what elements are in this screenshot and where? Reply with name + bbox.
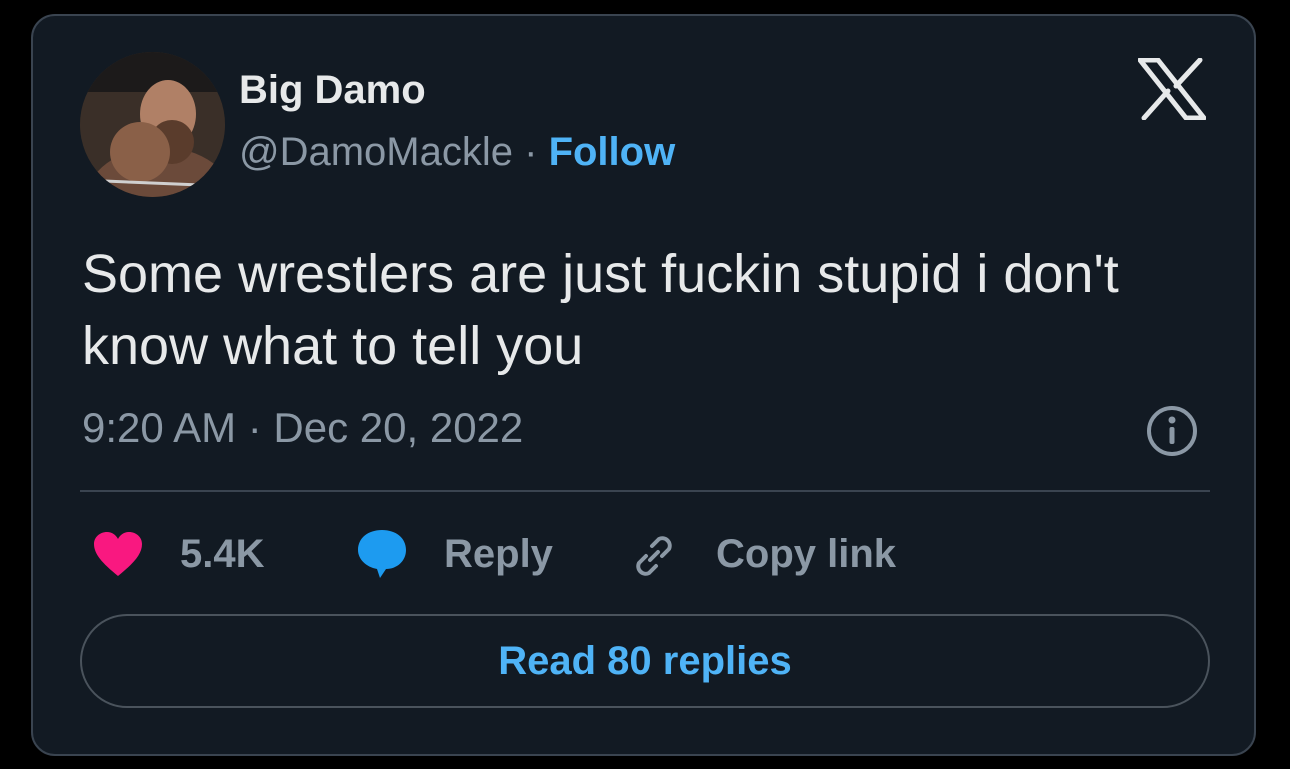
x-logo-icon[interactable]: [1137, 57, 1207, 121]
author-handle-line: @DamoMackle · Follow: [239, 130, 675, 175]
tweet-text: Some wrestlers are just fuckin stupid i …: [82, 244, 1119, 376]
copy-link-button[interactable]: Copy link: [716, 532, 896, 577]
avatar[interactable]: [80, 52, 225, 197]
follow-button[interactable]: Follow: [549, 130, 676, 174]
handle-separator: ·: [513, 130, 549, 174]
tweet-timestamp[interactable]: 9:20 AM · Dec 20, 2022: [82, 404, 523, 452]
divider: [80, 490, 1210, 492]
author-handle[interactable]: @DamoMackle: [239, 130, 513, 174]
heart-icon[interactable]: [92, 530, 144, 583]
likes-count[interactable]: 5.4K: [180, 532, 265, 577]
read-replies-button[interactable]: Read 80 replies: [80, 614, 1210, 708]
action-bar: 5.4K Reply Copy link: [0, 522, 1290, 588]
link-icon[interactable]: [628, 530, 680, 587]
speech-bubble-icon[interactable]: [356, 528, 408, 585]
reply-button[interactable]: Reply: [444, 532, 553, 577]
info-icon[interactable]: [1145, 404, 1199, 458]
author-display-name[interactable]: Big Damo: [239, 68, 426, 113]
